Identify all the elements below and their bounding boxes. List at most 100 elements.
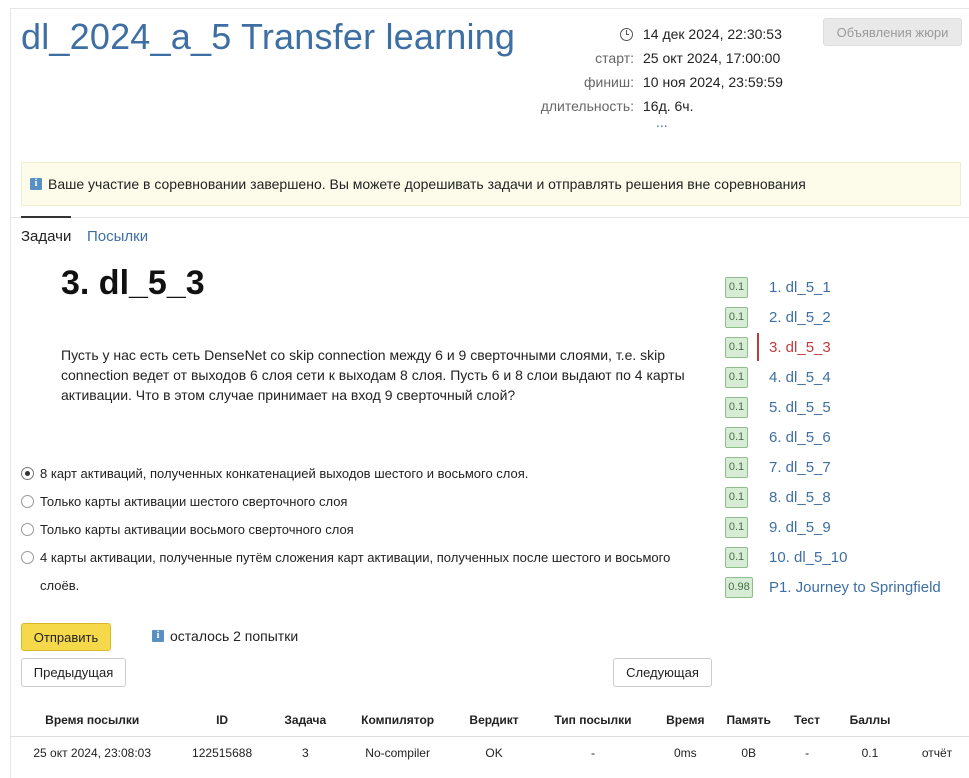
radio-button[interactable]	[21, 495, 34, 508]
submission-compiler: No-compiler	[340, 735, 455, 770]
info-icon: i	[152, 630, 164, 642]
score-badge: 0.1	[725, 456, 748, 478]
score-badge: 0.1	[725, 276, 748, 298]
option-text: 4 карты активации, полученные путём слож…	[40, 550, 671, 593]
column-header[interactable]: Тест	[779, 705, 835, 736]
option-text: 8 карт активаций, полученных конкатенаци…	[40, 466, 529, 481]
column-header[interactable]: Тип посылки	[534, 705, 653, 736]
score-badge: 0.1	[725, 336, 748, 358]
option-text: Только карты активации шестого сверточно…	[40, 494, 348, 509]
next-problem-button[interactable]: Следующая	[613, 658, 712, 687]
previous-problem-button[interactable]: Предыдущая	[21, 658, 126, 687]
column-header[interactable]: Баллы	[835, 705, 905, 736]
current-time: 14 дек 2024, 22:30:53	[643, 26, 782, 42]
answer-option[interactable]: 4 карты активации, полученные путём слож…	[21, 544, 701, 600]
start-time: 25 окт 2024, 17:00:00	[643, 50, 781, 66]
score-badge: 0.98	[725, 576, 753, 598]
submission-test: -	[779, 735, 835, 770]
tab-tasks[interactable]: Задачи	[21, 228, 71, 245]
problem-link[interactable]: 4. dl_5_4	[769, 369, 831, 386]
problem-link[interactable]: P1. Journey to Springfield	[769, 579, 941, 596]
clock-icon	[620, 27, 633, 41]
problem-list-item[interactable]: 0.1 1. dl_5_1	[725, 272, 969, 302]
submission-type: -	[533, 735, 653, 770]
score-badge: 0.1	[725, 426, 748, 448]
radio-button[interactable]	[21, 467, 34, 480]
attempts-remaining: i осталось 2 попытки	[152, 628, 298, 644]
column-header[interactable]: Время	[652, 705, 718, 736]
submit-button[interactable]: Отправить	[21, 623, 111, 651]
problem-link[interactable]: 2. dl_5_2	[769, 309, 831, 326]
problem-list-item[interactable]: 0.1 5. dl_5_5	[725, 392, 969, 422]
table-row: 25 окт 2024, 23:08:03 122515688 3 No-com…	[10, 735, 969, 770]
submission-runtime: 0ms	[652, 735, 719, 770]
problem-statement: Пусть у нас есть сеть DenseNet со skip c…	[61, 347, 685, 403]
score-badge: 0.1	[725, 516, 748, 538]
problem-link[interactable]: 9. dl_5_9	[769, 519, 831, 536]
answer-option[interactable]: Только карты активации восьмого сверточн…	[21, 516, 701, 544]
column-header[interactable]: Память	[718, 705, 779, 736]
score-badge: 0.1	[725, 366, 748, 388]
score-badge: 0.1	[725, 486, 748, 508]
tabs-divider	[10, 217, 969, 218]
answer-option[interactable]: Только карты активации шестого сверточно…	[21, 488, 701, 516]
participation-notice: i Ваше участие в соревновании завершено.…	[21, 162, 961, 206]
finish-label: финиш:	[583, 74, 634, 90]
problem-list-item[interactable]: 0.1 7. dl_5_7	[725, 452, 969, 482]
score-badge: 0.1	[725, 306, 748, 328]
problem-list-item[interactable]: 0.98 P1. Journey to Springfield	[725, 572, 969, 602]
duration-value: 16д. 6ч.	[643, 98, 694, 114]
answer-option[interactable]: 8 карт активаций, полученных конкатенаци…	[21, 460, 701, 488]
option-text: Только карты активации восьмого сверточн…	[40, 522, 354, 537]
score-badge: 0.1	[725, 396, 748, 418]
problem-list: 0.1 1. dl_5_1 0.1 2. dl_5_2 0.1 3. dl_5_3 0…	[725, 272, 969, 602]
submissions-table: Время посылки ID Задача Компилятор Верди…	[10, 705, 969, 770]
score-badge: 0.1	[725, 546, 748, 568]
radio-button[interactable]	[21, 551, 34, 564]
problem-list-item[interactable]: 0.1 9. dl_5_9	[725, 512, 969, 542]
active-tab-indicator	[21, 216, 71, 218]
more-link[interactable]: ...	[656, 114, 668, 130]
problem-link[interactable]: 5. dl_5_5	[769, 399, 831, 416]
problem-list-item-active[interactable]: 0.1 3. dl_5_3	[725, 332, 969, 362]
problem-link[interactable]: 1. dl_5_1	[769, 279, 831, 296]
problem-link[interactable]: 6. dl_5_6	[769, 429, 831, 446]
finish-time: 10 ноя 2024, 23:59:59	[643, 74, 783, 90]
problem-list-item[interactable]: 0.1 2. dl_5_2	[725, 302, 969, 332]
column-header	[905, 705, 969, 736]
problem-list-item[interactable]: 0.1 6. dl_5_6	[725, 422, 969, 452]
submission-verdict: OK	[454, 735, 534, 770]
info-icon: i	[30, 178, 42, 190]
submission-id: 122515688	[174, 735, 270, 770]
problem-link[interactable]: 10. dl_5_10	[769, 549, 847, 566]
contest-meta: 14 дек 2024, 22:30:53 старт: 25 окт 2024…	[520, 22, 810, 118]
problem-list-item[interactable]: 0.1 4. dl_5_4	[725, 362, 969, 392]
column-header[interactable]: Компилятор	[341, 705, 455, 736]
column-header[interactable]: ID	[174, 705, 269, 736]
tab-submissions[interactable]: Посылки	[87, 228, 148, 245]
problem-link[interactable]: 7. dl_5_7	[769, 459, 831, 476]
attempts-text: осталось 2 попытки	[170, 628, 299, 644]
problem-list-item[interactable]: 0.1 10. dl_5_10	[725, 542, 969, 572]
active-problem-indicator	[757, 333, 759, 361]
problem-link[interactable]: 8. dl_5_8	[769, 489, 831, 506]
jury-announcements-button[interactable]: Объявления жюри	[823, 18, 962, 46]
problem-list-item[interactable]: 0.1 8. dl_5_8	[725, 482, 969, 512]
problem-link[interactable]: 3. dl_5_3	[769, 339, 831, 356]
radio-button[interactable]	[21, 523, 34, 536]
submission-score: 0.1	[834, 735, 905, 770]
submission-memory: 0B	[718, 735, 780, 770]
notice-text: Ваше участие в соревновании завершено. В…	[48, 176, 806, 192]
start-label: старт:	[595, 50, 634, 66]
table-header-row: Время посылки ID Задача Компилятор Верди…	[10, 705, 969, 736]
column-header[interactable]: Вердикт	[454, 705, 533, 736]
answer-options: 8 карт активаций, полученных конкатенаци…	[21, 460, 701, 600]
report-link[interactable]: отчёт	[904, 735, 969, 770]
column-header[interactable]: Время посылки	[10, 705, 174, 736]
submission-problem: 3	[269, 735, 341, 770]
submission-time: 25 окт 2024, 23:08:03	[10, 735, 175, 770]
problem-title: 3. dl_5_3	[61, 264, 205, 302]
contest-title: dl_2024_a_5 Transfer learning	[21, 16, 516, 57]
duration-label: длительность:	[540, 98, 634, 114]
column-header[interactable]: Задача	[270, 705, 341, 736]
